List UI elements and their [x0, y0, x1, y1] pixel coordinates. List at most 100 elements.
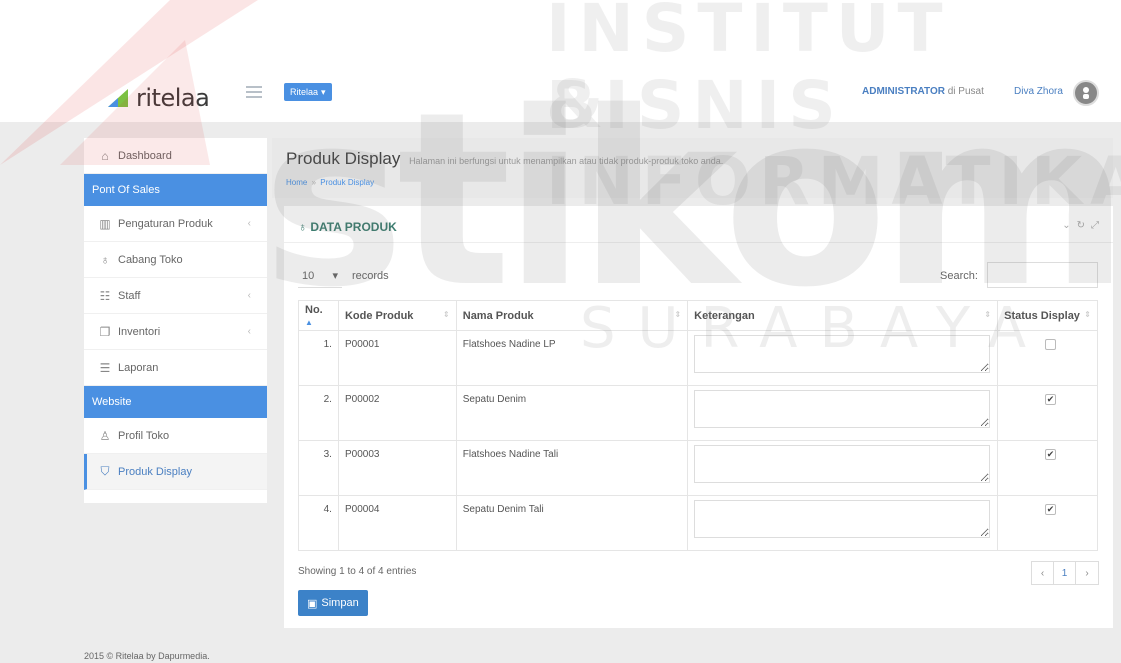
table-row: 3. P00003 Flatshoes Nadine Tali ✔ [298, 440, 1098, 496]
sidebar-item-label: Produk Display [118, 465, 192, 478]
document-icon: ☰ [99, 360, 111, 375]
cell-nama: Sepatu Denim Tali [455, 495, 689, 551]
panel-title: ♁ DATA PRODUK [298, 220, 397, 234]
sidebar-section-pos: Pont Of Sales [84, 174, 267, 206]
cell-status: ✔ [997, 440, 1098, 496]
collapse-icon[interactable]: ⌄ [1062, 220, 1070, 231]
cell-kode: P00003 [337, 440, 457, 496]
cell-keterangan [687, 385, 999, 441]
tag-icon: ⛉ [100, 464, 110, 478]
table-row: 2. P00002 Sepatu Denim ✔ [298, 385, 1098, 441]
breadcrumb-current: Produk Display [320, 178, 375, 187]
keterangan-textarea[interactable] [694, 335, 991, 373]
sort-icon: ⇕ [984, 309, 992, 319]
panel-title-text: DATA PRODUK [310, 220, 397, 234]
panel-divider [284, 242, 1113, 243]
refresh-icon[interactable]: ↻ [1077, 220, 1085, 231]
column-header-no[interactable]: No. ▲ [298, 300, 339, 331]
cell-no: 1. [298, 330, 339, 386]
sidebar-item-dashboard[interactable]: ⌂ Dashboard [84, 138, 267, 174]
sort-icon: ⇕ [443, 309, 450, 319]
cell-kode: P00001 [337, 330, 457, 386]
sidebar-item-label: Pengaturan Produk [118, 217, 213, 230]
status-display-checkbox[interactable]: ✔ [1045, 394, 1057, 405]
sidebar-section-label: Pont Of Sales [92, 184, 160, 196]
sidebar-item-pengaturan-produk[interactable]: ▥ Pengaturan Produk ‹ [84, 206, 267, 242]
cell-no: 2. [298, 385, 339, 441]
role-name: ADMINISTRATOR [862, 86, 945, 97]
sidebar-item-label: Cabang Toko [118, 253, 183, 266]
cell-keterangan [687, 440, 999, 496]
user-name[interactable]: Diva Zhora [1014, 86, 1063, 97]
status-display-checkbox[interactable]: ✔ [1045, 449, 1057, 460]
sort-icon: ⇕ [1084, 309, 1091, 319]
cell-no: 4. [298, 495, 339, 551]
sidebar-section-label: Website [92, 396, 132, 408]
cell-nama: Sepatu Denim [455, 385, 689, 441]
cell-status: ✔ [997, 385, 1098, 441]
page-subtitle: Halaman ini berfungsi untuk menampilkan … [409, 156, 724, 166]
cell-status: ✔ [997, 495, 1098, 551]
column-header-kode[interactable]: Kode Produk ⇕ [337, 300, 457, 331]
keterangan-textarea[interactable] [694, 390, 991, 428]
sidebar-section-website: Website [84, 386, 267, 418]
panel-tools: ⌄ ↻ ⤢ [1062, 220, 1099, 231]
sidebar: ⌂ Dashboard Pont Of Sales ▥ Pengaturan P… [84, 138, 267, 503]
sidebar-item-produk-display[interactable]: ⛉ Produk Display [84, 454, 267, 490]
page-length-select[interactable]: 10 ▾ [298, 264, 342, 288]
cell-keterangan [687, 495, 999, 551]
save-button-label: Simpan [321, 597, 359, 609]
cell-keterangan [687, 330, 999, 386]
keterangan-textarea[interactable] [694, 445, 991, 483]
column-header-label: Keterangan [694, 309, 755, 322]
expand-icon[interactable]: ⤢ [1091, 220, 1099, 231]
keterangan-textarea[interactable] [694, 500, 991, 538]
sort-asc-icon: ▲ [305, 317, 313, 327]
page-length-value: 10 [302, 269, 315, 282]
menu-toggle-icon[interactable] [246, 86, 262, 98]
column-header-label: No. [305, 303, 323, 316]
table-info: Showing 1 to 4 of 4 entries [298, 566, 417, 577]
home-icon: ⌂ [101, 148, 109, 163]
avatar[interactable] [1073, 80, 1099, 106]
column-header-keterangan[interactable]: Keterangan ⇕ [687, 300, 999, 331]
logo-mark-icon [108, 89, 128, 107]
cell-nama: Flatshoes Nadine Tali [455, 440, 689, 496]
users-icon: ☷ [99, 288, 111, 303]
sidebar-item-label: Inventori [118, 325, 161, 338]
sidebar-item-staff[interactable]: ☷ Staff ‹ [84, 278, 267, 314]
user-icon: ♙ [99, 428, 111, 443]
branch-button[interactable]: Ritelaa ▾ [284, 83, 332, 101]
sidebar-item-inventori[interactable]: ❐ Inventori ‹ [84, 314, 267, 350]
pager-next-button[interactable]: › [1076, 562, 1098, 584]
status-display-checkbox[interactable] [1045, 339, 1057, 350]
status-display-checkbox[interactable]: ✔ [1045, 504, 1057, 515]
search-input[interactable] [987, 262, 1098, 288]
breadcrumb-separator: » [311, 178, 317, 187]
chevron-left-icon: ‹ [247, 326, 251, 337]
column-header-label: Kode Produk [344, 309, 414, 322]
cell-nama: Flatshoes Nadine LP [455, 330, 689, 386]
data-produk-panel: ♁ DATA PRODUK ⌄ ↻ ⤢ 10 ▾ records Search:… [284, 206, 1113, 628]
page-title: Produk Display Halaman ini berfungsi unt… [286, 149, 723, 169]
sidebar-item-laporan[interactable]: ☰ Laporan [84, 350, 267, 386]
map-pin-icon: ♁ [298, 220, 307, 234]
column-header-status[interactable]: Status Display ⇕ [997, 300, 1098, 331]
page-title-text: Produk Display [286, 149, 401, 168]
table-header-row: No. ▲ Kode Produk ⇕ Nama Produk ⇕ Keterang… [298, 300, 1098, 331]
map-pin-icon: ♁ [100, 252, 110, 267]
cell-kode: P00004 [337, 495, 457, 551]
breadcrumb-home[interactable]: Home [286, 178, 307, 187]
save-button[interactable]: ▣ Simpan [298, 590, 368, 616]
chevron-left-icon: ‹ [247, 290, 251, 301]
search-label: Search: [940, 270, 978, 282]
sidebar-item-profil-toko[interactable]: ♙ Profil Toko [84, 418, 267, 454]
brand-logo[interactable]: ritelaa [104, 78, 234, 118]
column-header-nama[interactable]: Nama Produk ⇕ [455, 300, 689, 331]
sidebar-item-label: Profil Toko [118, 429, 170, 442]
pager-prev-button[interactable]: ‹ [1032, 562, 1054, 584]
records-label: records [352, 270, 389, 282]
pager-page-button[interactable]: 1 [1054, 562, 1076, 584]
page-header: Produk Display Halaman ini berfungsi unt… [272, 138, 1113, 198]
sidebar-item-cabang-toko[interactable]: ♁ Cabang Toko [84, 242, 267, 278]
